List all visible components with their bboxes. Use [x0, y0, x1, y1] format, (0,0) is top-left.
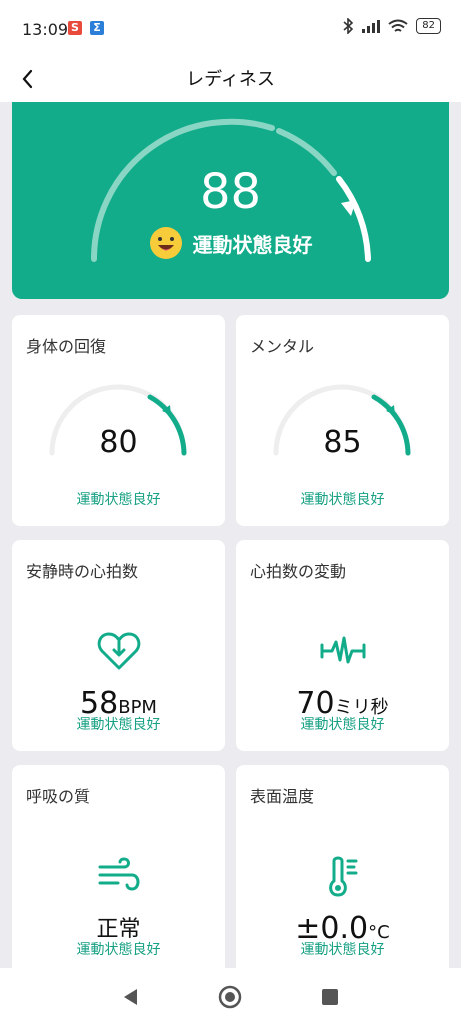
card-status: 運動状態良好 — [76, 492, 161, 508]
card-title: メンタル — [250, 337, 315, 356]
status-icons: 82 — [342, 18, 441, 34]
card-surface-temperature[interactable]: 表面温度 ±0.0°C 運動状態良好 — [236, 765, 449, 976]
card-title: 身体の回復 — [26, 337, 107, 356]
readiness-status-label: 運動状態良好 — [192, 232, 313, 257]
status-time: 13:09 — [22, 20, 69, 39]
card-mental[interactable]: メンタル 85 運動状態良好 — [236, 315, 449, 526]
card-title: 心拍数の変動 — [250, 562, 347, 581]
nav-home-button[interactable] — [217, 984, 243, 1010]
card-resting-heart-rate[interactable]: 安静時の心拍数 58BPM 運動状態良好 — [12, 540, 225, 751]
card-status: 運動状態良好 — [76, 717, 161, 733]
header: レディネス — [0, 58, 461, 102]
nav-recents-button[interactable] — [317, 984, 343, 1010]
card-title: 安静時の心拍数 — [26, 562, 139, 581]
status-bar: 13:09 S Σ 82 — [0, 0, 461, 58]
readiness-score: 88 — [199, 164, 262, 220]
thermometer-icon — [329, 856, 358, 897]
recovery-value: 80 — [99, 425, 138, 460]
card-status: 運動状態良好 — [300, 492, 385, 508]
heartbeat-wave-icon — [320, 636, 366, 664]
card-body-recovery[interactable]: 身体の回復 80 運動状態良好 — [12, 315, 225, 526]
card-status: 運動状態良好 — [76, 942, 161, 958]
nav-back-button[interactable] — [118, 984, 144, 1010]
wifi-icon — [388, 19, 408, 32]
signal-icon — [362, 20, 381, 33]
wind-icon — [98, 857, 140, 891]
card-hrv[interactable]: 心拍数の変動 70ミリ秒 運動状態良好 — [236, 540, 449, 751]
bluetooth-icon — [343, 18, 354, 34]
app-notification-icon: S — [68, 21, 82, 35]
page-title: レディネス — [186, 69, 275, 90]
card-status: 運動状態良好 — [300, 717, 385, 733]
system-nav-bar — [0, 968, 461, 1024]
app-notification-icon-2: Σ — [90, 21, 104, 35]
smiley-icon — [149, 227, 182, 259]
recents-square-icon — [322, 989, 338, 1005]
card-title: 呼吸の質 — [26, 787, 91, 806]
readiness-hero: 88 運動状態良好 — [12, 102, 449, 299]
back-triangle-icon — [124, 989, 137, 1005]
home-circle-icon — [218, 985, 242, 1009]
card-status: 運動状態良好 — [300, 942, 385, 958]
card-breathing-quality[interactable]: 呼吸の質 正常 運動状態良好 — [12, 765, 225, 976]
mental-value: 85 — [323, 425, 362, 460]
card-title: 表面温度 — [250, 787, 315, 806]
battery-icon: 82 — [416, 18, 441, 34]
heart-down-icon — [97, 632, 141, 670]
readiness-status: 運動状態良好 — [12, 226, 449, 260]
